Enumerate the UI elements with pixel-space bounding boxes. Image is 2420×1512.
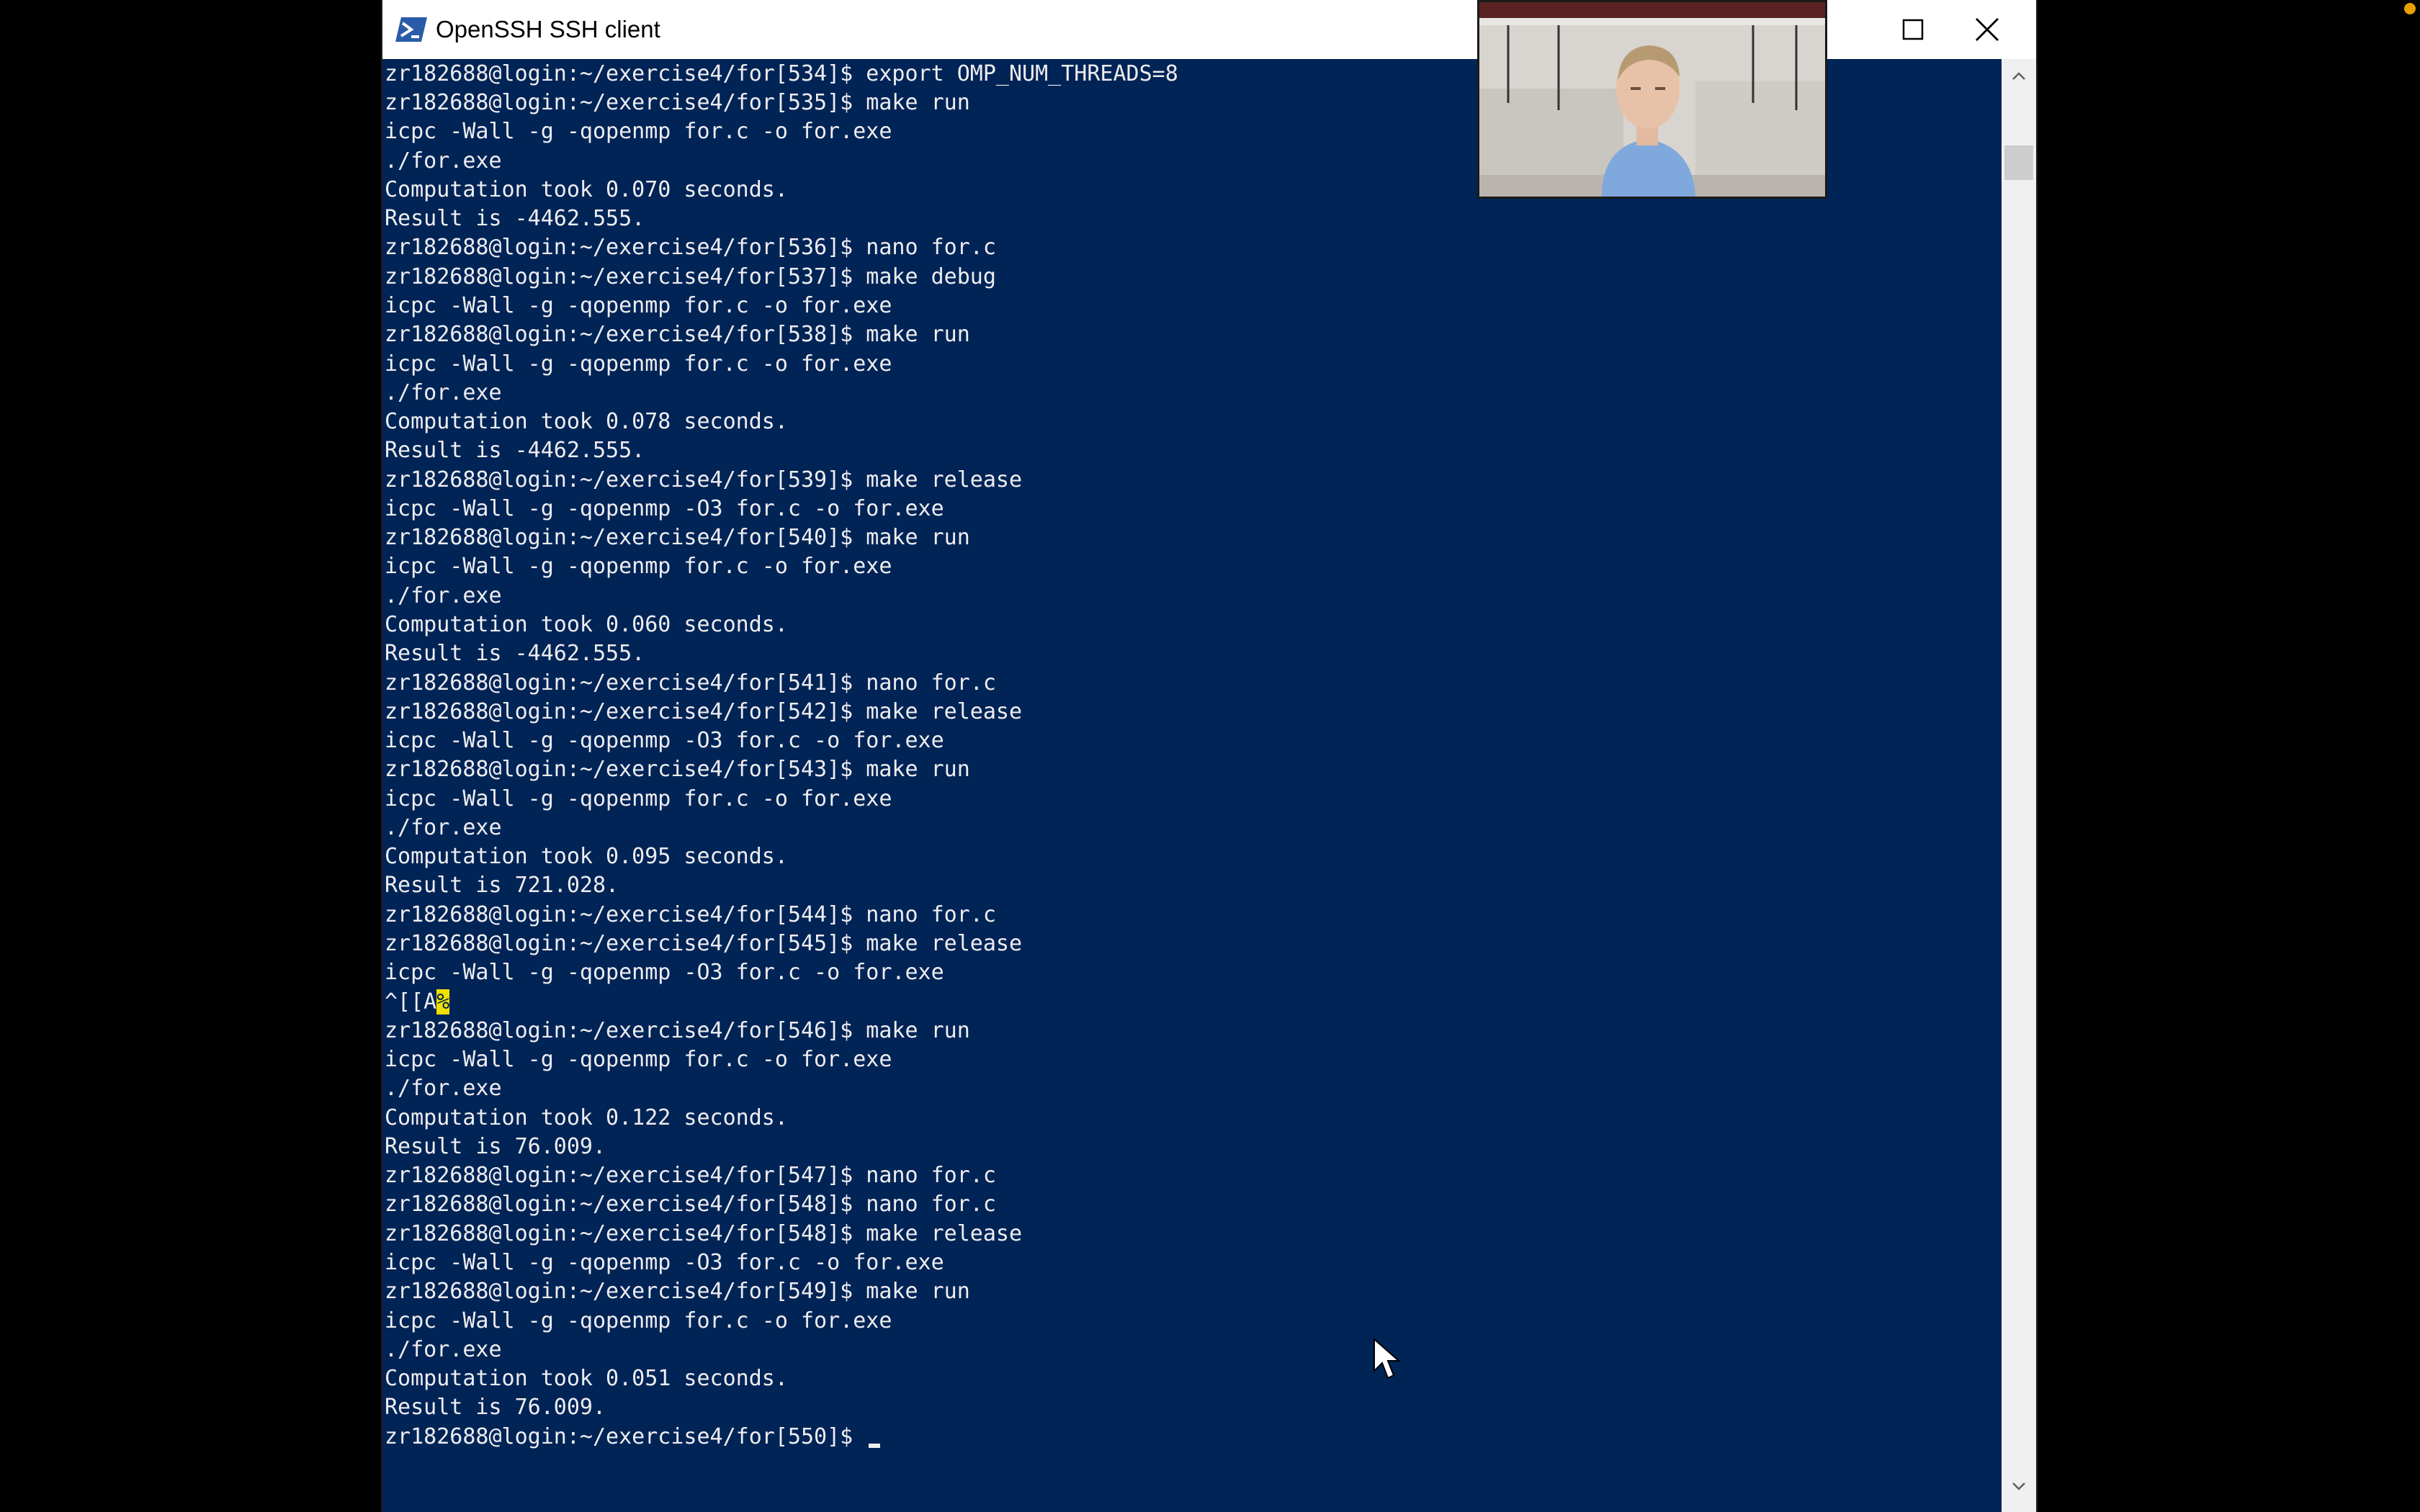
terminal-line: Computation took 0.070 seconds. xyxy=(385,177,788,202)
terminal-line: Result is 76.009. xyxy=(385,1395,606,1420)
terminal-line: Computation took 0.078 seconds. xyxy=(385,409,788,434)
terminal-line: zr182688@login:~/exercise4/for[543]$ mak… xyxy=(385,757,970,782)
terminal-line: zr182688@login:~/exercise4/for[548]$ nan… xyxy=(385,1192,996,1217)
terminal-line: Computation took 0.122 seconds. xyxy=(385,1105,788,1130)
terminal-line: ./for.exe xyxy=(385,1076,502,1101)
terminal-line: ./for.exe xyxy=(385,815,502,840)
terminal-line: zr182688@login:~/exercise4/for[539]$ mak… xyxy=(385,467,1023,492)
terminal-line: zr182688@login:~/exercise4/for[534]$ exp… xyxy=(385,61,1178,86)
terminal-line: zr182688@login:~/exercise4/for[537]$ mak… xyxy=(385,264,996,289)
terminal-line: ./for.exe xyxy=(385,583,502,608)
scroll-up-arrow-icon[interactable] xyxy=(2010,68,2027,85)
terminal-line: zr182688@login:~/exercise4/for[540]$ mak… xyxy=(385,525,970,550)
terminal-line: ./for.exe xyxy=(385,148,502,174)
terminal-line: icpc -Wall -g -qopenmp -O3 for.c -o for.… xyxy=(385,1250,944,1275)
terminal-line: zr182688@login:~/exercise4/for[541]$ nan… xyxy=(385,670,996,696)
terminal-line: Result is -4462.555. xyxy=(385,438,645,463)
terminal-line: icpc -Wall -g -qopenmp for.c -o for.exe xyxy=(385,1047,892,1072)
powershell-icon xyxy=(395,16,427,43)
terminal-line: zr182688@login:~/exercise4/for[546]$ mak… xyxy=(385,1018,970,1043)
terminal-line: icpc -Wall -g -qopenmp for.c -o for.exe xyxy=(385,119,892,144)
terminal-line: zr182688@login:~/exercise4/for[538]$ mak… xyxy=(385,322,970,347)
terminal-line: zr182688@login:~/exercise4/for[547]$ nan… xyxy=(385,1163,996,1188)
text-cursor xyxy=(869,1444,881,1448)
terminal-line: Result is 721.028. xyxy=(385,873,619,898)
scrollbar-thumb[interactable] xyxy=(2004,145,2033,180)
terminal-line: zr182688@login:~/exercise4/for[536]$ nan… xyxy=(385,235,996,260)
highlighted-char: % xyxy=(436,989,450,1014)
terminal-line: Result is 76.009. xyxy=(385,1134,606,1159)
close-button[interactable] xyxy=(1938,0,2036,59)
terminal-line: Computation took 0.060 seconds. xyxy=(385,612,788,637)
terminal-line: Computation took 0.051 seconds. xyxy=(385,1366,788,1391)
prompt-line[interactable]: zr182688@login:~/exercise4/for[550]$ xyxy=(385,1423,881,1452)
close-icon xyxy=(1976,18,1999,41)
terminal-line: ./for.exe xyxy=(385,1337,502,1362)
mouse-pointer-icon xyxy=(1373,1338,1401,1380)
terminal-line: ./for.exe xyxy=(385,380,502,405)
maximize-icon xyxy=(1902,19,1924,40)
terminal-line: icpc -Wall -g -qopenmp for.c -o for.exe xyxy=(385,293,892,318)
terminal-line: icpc -Wall -g -qopenmp -O3 for.c -o for.… xyxy=(385,496,944,521)
terminal-line: icpc -Wall -g -qopenmp -O3 for.c -o for.… xyxy=(385,728,944,753)
terminal-output[interactable]: zr182688@login:~/exercise4/for[534]$ exp… xyxy=(382,59,2002,1512)
terminal-line: icpc -Wall -g -qopenmp for.c -o for.exe xyxy=(385,351,892,377)
terminal-line: icpc -Wall -g -qopenmp for.c -o for.exe xyxy=(385,786,892,811)
shell-prompt: zr182688@login:~/exercise4/for[550]$ xyxy=(385,1424,866,1449)
terminal-line: icpc -Wall -g -qopenmp for.c -o for.exe xyxy=(385,554,892,579)
presenter-video-icon xyxy=(1479,2,1825,197)
vertical-scrollbar[interactable] xyxy=(2002,59,2036,1512)
ssh-client-window: OpenSSH SSH client zr182688@login:~/exer… xyxy=(382,0,2036,1512)
terminal-line: zr182688@login:~/exercise4/for[549]$ mak… xyxy=(385,1279,970,1304)
window-title: OpenSSH SSH client xyxy=(436,16,660,42)
terminal-line: zr182688@login:~/exercise4/for[548]$ mak… xyxy=(385,1221,1023,1246)
escape-sequence-text: ^[[A xyxy=(385,989,437,1014)
recording-indicator xyxy=(2404,3,2416,14)
terminal-line: icpc -Wall -g -qopenmp for.c -o for.exe xyxy=(385,1308,892,1333)
terminal-line: Computation took 0.095 seconds. xyxy=(385,844,788,869)
terminal-line: icpc -Wall -g -qopenmp -O3 for.c -o for.… xyxy=(385,960,944,985)
terminal-line: Result is -4462.555. xyxy=(385,641,645,666)
terminal-line: Result is -4462.555. xyxy=(385,206,645,231)
webcam-feed xyxy=(1477,0,1827,199)
terminal-line: zr182688@login:~/exercise4/for[544]$ nan… xyxy=(385,902,996,927)
terminal-line: zr182688@login:~/exercise4/for[535]$ mak… xyxy=(385,90,970,115)
terminal-line-escape: ^[[A% xyxy=(385,988,450,1017)
terminal-line: zr182688@login:~/exercise4/for[545]$ mak… xyxy=(385,931,1023,956)
scroll-down-arrow-icon[interactable] xyxy=(2010,1477,2027,1495)
terminal-line: zr182688@login:~/exercise4/for[542]$ mak… xyxy=(385,699,1023,724)
